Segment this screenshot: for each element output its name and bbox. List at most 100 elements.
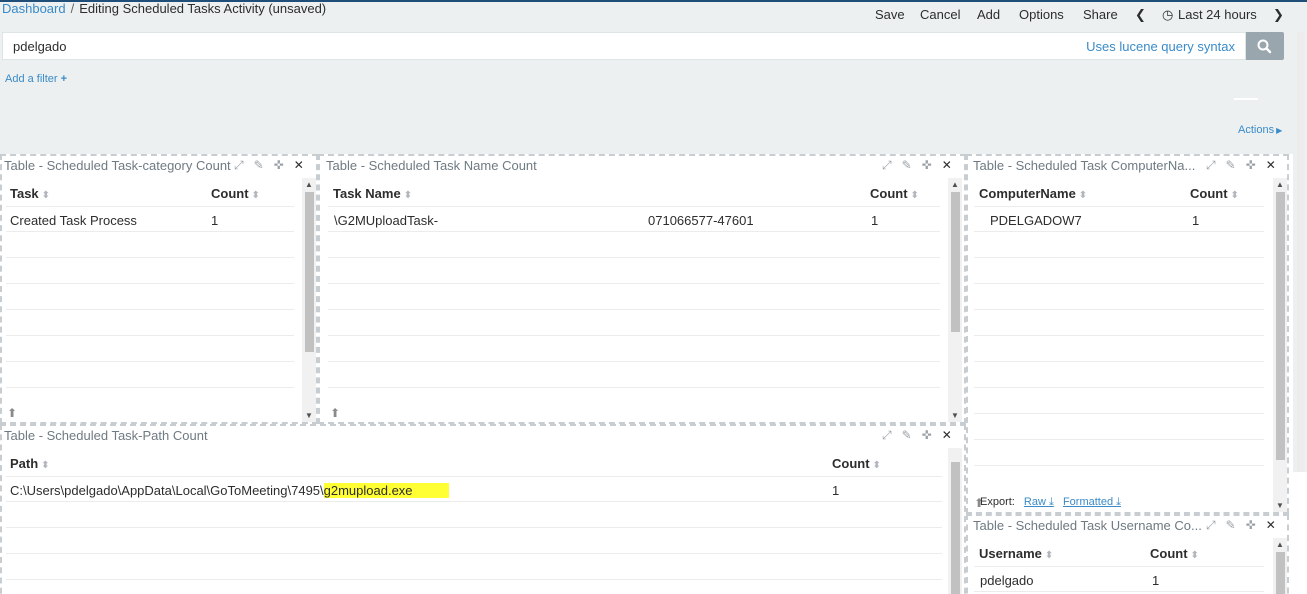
close-icon[interactable]: ✕ — [1266, 158, 1276, 172]
move-icon[interactable]: ✜ — [1246, 518, 1256, 532]
search-button[interactable] — [1246, 32, 1284, 60]
export-formatted-label: Formatted — [1062, 496, 1114, 508]
panel-scrollbar[interactable]: ▲ — [1273, 538, 1287, 594]
edit-icon[interactable]: ✎ — [902, 428, 912, 442]
panel-task-path: Table - Scheduled Task-Path Count ⤢ ✎ ✜ ✕ P… — [0, 424, 966, 594]
move-icon[interactable]: ✜ — [922, 428, 932, 442]
column-header-count[interactable]: Count ⬍ — [211, 186, 260, 201]
breadcrumb-dashboard-link[interactable]: Dashboard — [2, 2, 66, 16]
table-row — [6, 284, 294, 310]
sort-icon[interactable]: ⬍ — [42, 190, 50, 201]
page-scrollbar[interactable] — [1293, 32, 1307, 472]
pagination-up-icon[interactable]: ⬆ — [7, 406, 17, 420]
share-button[interactable]: Share — [1083, 7, 1118, 23]
table-row — [6, 554, 942, 580]
sort-icon[interactable]: ⬍ — [41, 460, 49, 471]
cancel-button[interactable]: Cancel — [920, 7, 960, 23]
search-icon — [1257, 39, 1272, 54]
expand-icon[interactable]: ⤢ — [882, 158, 892, 172]
panel-scrollbar-thumb[interactable] — [1276, 552, 1285, 594]
lucene-syntax-link[interactable]: Uses lucene query syntax — [1086, 39, 1235, 54]
table-cell: 1 — [1152, 573, 1160, 588]
save-button[interactable]: Save — [875, 7, 905, 23]
edit-icon[interactable]: ✎ — [902, 158, 912, 172]
time-prev-icon[interactable]: ❮ — [1135, 7, 1146, 23]
panel-task-name: Table - Scheduled Task Name Count ⤢ ✎ ✜ ✕ T… — [318, 154, 966, 424]
panel-scrollbar-thumb[interactable] — [951, 462, 960, 594]
move-icon[interactable]: ✜ — [922, 158, 932, 172]
panel-title: Table - Scheduled Task ComputerNa... — [973, 158, 1196, 173]
move-icon[interactable]: ✜ — [1246, 158, 1256, 172]
scroll-up-icon[interactable]: ▲ — [305, 180, 313, 189]
column-header-task-name[interactable]: Task Name ⬍ — [333, 186, 412, 201]
column-header-username[interactable]: Username ⬍ — [979, 546, 1053, 561]
time-picker-button[interactable]: Last 24 hours — [1178, 7, 1257, 23]
actions-button[interactable]: Actions ▶ — [1238, 124, 1282, 136]
column-header-path[interactable]: Path ⬍ — [10, 456, 50, 471]
page-title: Editing Scheduled Tasks Activity (unsave… — [79, 1, 327, 16]
column-header-computer-name[interactable]: ComputerName ⬍ — [979, 186, 1087, 201]
close-icon[interactable]: ✕ — [942, 158, 952, 172]
column-header-count[interactable]: Count ⬍ — [1150, 546, 1199, 561]
scroll-down-icon[interactable]: ▼ — [1276, 501, 1284, 510]
panel-username: Table - Scheduled Task Username Co... ⤢ ✎… — [966, 514, 1289, 594]
expand-icon[interactable]: ⤢ — [1206, 158, 1216, 172]
search-input[interactable]: pdelgado Uses lucene query syntax — [2, 32, 1246, 60]
table-row — [974, 258, 1264, 284]
scroll-up-icon[interactable]: ▲ — [1276, 180, 1284, 189]
export-raw-link[interactable]: Raw ⤓ — [1024, 496, 1054, 508]
move-icon[interactable]: ✜ — [274, 158, 284, 172]
page-scrollbar-thumb[interactable] — [1297, 32, 1304, 472]
scroll-down-icon[interactable]: ▼ — [951, 411, 959, 420]
close-icon[interactable]: ✕ — [1266, 518, 1276, 532]
panel-scrollbar[interactable]: ▲ ▼ — [302, 178, 316, 422]
table-cell: PDELGADOW7 — [990, 213, 1082, 228]
table-row — [328, 284, 940, 310]
table-row — [6, 336, 294, 362]
table-row — [974, 284, 1264, 310]
expand-icon[interactable]: ⤢ — [234, 158, 244, 172]
panel-scrollbar[interactable] — [948, 448, 962, 594]
edit-icon[interactable]: ✎ — [1226, 158, 1236, 172]
close-icon[interactable]: ✕ — [942, 428, 952, 442]
scroll-up-icon[interactable]: ▲ — [1276, 540, 1284, 549]
add-filter-button[interactable]: Add a filter + — [5, 73, 67, 85]
panel-scrollbar[interactable]: ▲ ▼ — [1273, 178, 1287, 512]
export-formatted-link[interactable]: Formatted ⤓ — [1063, 496, 1121, 508]
expand-icon[interactable]: ⤢ — [882, 428, 892, 442]
panel-scrollbar[interactable]: ▲ ▼ — [948, 178, 962, 422]
panel-scrollbar-thumb[interactable] — [305, 192, 314, 352]
column-header-label: Count — [832, 456, 870, 471]
add-button[interactable]: Add — [977, 7, 1000, 23]
scroll-up-icon[interactable]: ▲ — [951, 180, 959, 189]
sort-icon[interactable]: ⬍ — [1191, 550, 1199, 561]
table-row: Created Task Process 1 — [6, 206, 294, 232]
edit-icon[interactable]: ✎ — [254, 158, 264, 172]
panel-scrollbar-thumb[interactable] — [1276, 192, 1285, 460]
sort-icon[interactable]: ⬍ — [1231, 190, 1239, 201]
options-button[interactable]: Options — [1019, 7, 1064, 23]
column-header-count[interactable]: Count ⬍ — [832, 456, 881, 471]
edit-icon[interactable]: ✎ — [1226, 518, 1236, 532]
sort-icon[interactable]: ⬍ — [1045, 550, 1053, 561]
column-header-task[interactable]: Task ⬍ — [10, 186, 50, 201]
panel-scrollbar-thumb[interactable] — [951, 192, 960, 332]
time-next-icon[interactable]: ❯ — [1273, 7, 1284, 23]
export-raw-label: Raw — [1023, 496, 1046, 508]
actions-label: Actions — [1238, 124, 1275, 136]
close-icon[interactable]: ✕ — [294, 158, 304, 172]
column-header-count[interactable]: Count ⬍ — [1190, 186, 1239, 201]
sort-icon[interactable]: ⬍ — [404, 190, 412, 201]
scroll-down-icon[interactable]: ▼ — [305, 411, 313, 420]
sort-icon[interactable]: ⬍ — [873, 460, 881, 471]
column-header-count[interactable]: Count ⬍ — [870, 186, 919, 201]
sort-icon[interactable]: ⬍ — [252, 190, 260, 201]
sort-icon[interactable]: ⬍ — [911, 190, 919, 201]
panel-controls: ⤢ ✎ ✜ ✕ — [1196, 518, 1276, 533]
search-input-value: pdelgado — [13, 39, 67, 54]
sort-icon[interactable]: ⬍ — [1079, 190, 1087, 201]
table-cell: 071066577-47601 — [648, 213, 754, 228]
expand-icon[interactable]: ⤢ — [1206, 518, 1216, 532]
panel-title: Table - Scheduled Task Username Co... — [973, 518, 1202, 533]
pagination-up-icon[interactable]: ⬆ — [330, 406, 340, 420]
